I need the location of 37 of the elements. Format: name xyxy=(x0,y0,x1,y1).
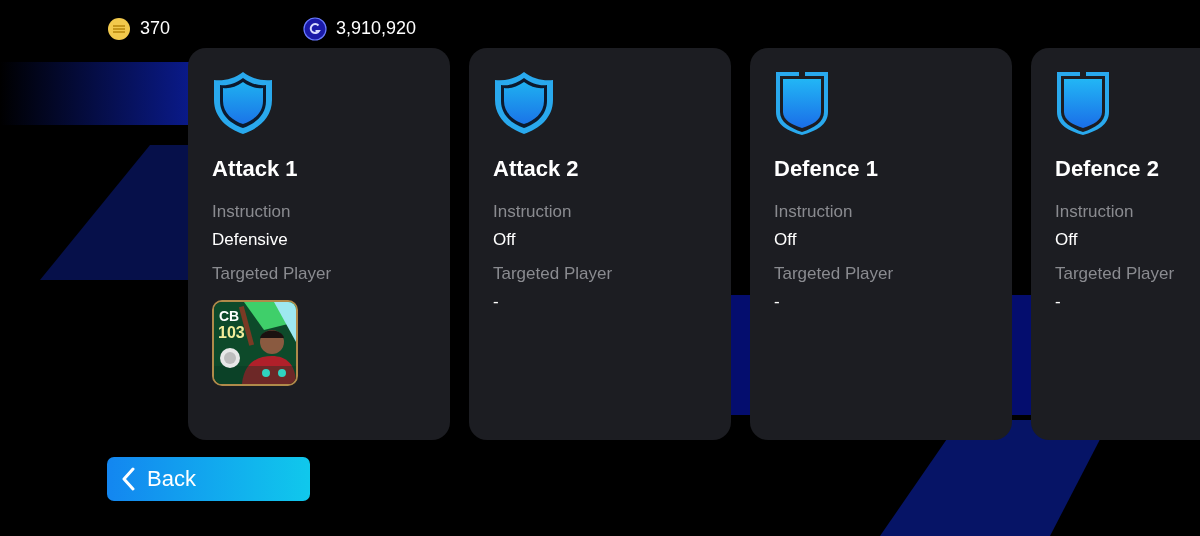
targeted-player-label: Targeted Player xyxy=(1055,264,1175,284)
currency-amount: 370 xyxy=(140,18,171,39)
chevron-left-icon xyxy=(121,467,135,491)
instruction-value: Off xyxy=(774,230,797,250)
instruction-label: Instruction xyxy=(212,202,291,222)
shield-icon xyxy=(493,70,555,136)
instruction-value: Off xyxy=(1055,230,1078,250)
shield-icon xyxy=(212,70,274,136)
card-title: Defence 2 xyxy=(1055,156,1159,182)
targeted-player-label: Targeted Player xyxy=(774,264,894,284)
player-position: CB xyxy=(219,308,240,324)
shield-icon xyxy=(1055,70,1111,136)
instruction-card[interactable]: Attack 1 Instruction Defensive Targeted Player CB 103 xyxy=(188,48,450,440)
shield-icon xyxy=(774,70,830,136)
club-badge-icon xyxy=(220,348,240,368)
g-coin-icon xyxy=(303,16,328,41)
targeted-player-label: Targeted Player xyxy=(212,264,332,284)
instruction-label: Instruction xyxy=(493,202,572,222)
instruction-card[interactable]: Attack 2 Instruction Off Targeted Player - xyxy=(469,48,731,440)
instruction-card[interactable]: Defence 2 Instruction Off Targeted Player - xyxy=(1031,48,1200,440)
instruction-label: Instruction xyxy=(774,202,853,222)
player-rating: 103 xyxy=(218,324,245,342)
instruction-value: Defensive xyxy=(212,230,288,250)
player-card[interactable]: CB 103 xyxy=(212,300,298,386)
coin-icon xyxy=(107,16,131,41)
targeted-player-value: - xyxy=(493,292,499,312)
instruction-card[interactable]: Defence 1 Instruction Off Targeted Player - xyxy=(750,48,1012,440)
card-title: Attack 1 xyxy=(212,156,298,182)
card-title: Defence 1 xyxy=(774,156,878,182)
skill-dots-icon xyxy=(260,368,288,378)
instruction-value: Off xyxy=(493,230,516,250)
targeted-player-value: - xyxy=(774,292,780,312)
instruction-label: Instruction xyxy=(1055,202,1134,222)
targeted-player-label: Targeted Player xyxy=(493,264,613,284)
card-title: Attack 2 xyxy=(493,156,579,182)
targeted-player-value: - xyxy=(1055,292,1061,312)
currency-amount: 3,910,920 xyxy=(336,18,417,39)
